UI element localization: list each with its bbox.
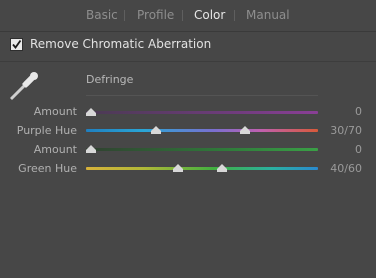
green-amount-slider[interactable] <box>86 148 318 151</box>
panel-tabs: Basic Profile Color Manual <box>0 0 376 32</box>
green-amount-value: 0 <box>355 143 362 156</box>
green-hue-value: 40/60 <box>330 162 362 175</box>
green-amount-label: Amount <box>33 143 77 156</box>
purple-hue-slider[interactable] <box>86 129 318 132</box>
tab-basic[interactable]: Basic <box>86 8 118 22</box>
purple-amount-value: 0 <box>355 105 362 118</box>
tab-separator <box>234 10 235 21</box>
purple-amount-label: Amount <box>33 105 77 118</box>
section-rule <box>86 95 318 96</box>
remove-chromatic-aberration-label: Remove Chromatic Aberration <box>30 37 212 51</box>
tab-manual[interactable]: Manual <box>246 8 290 22</box>
tab-separator <box>124 10 125 21</box>
green-hue-low-thumb[interactable] <box>173 164 183 172</box>
eyedropper-icon[interactable] <box>8 68 42 102</box>
green-hue-label: Green Hue <box>18 162 77 175</box>
remove-chromatic-aberration-checkbox[interactable] <box>10 38 23 51</box>
tab-separator <box>182 10 183 21</box>
purple-hue-high-thumb[interactable] <box>240 126 250 134</box>
purple-hue-value: 30/70 <box>330 124 362 137</box>
tab-profile[interactable]: Profile <box>137 8 174 22</box>
purple-hue-low-thumb[interactable] <box>151 126 161 134</box>
defringe-title: Defringe <box>86 73 134 86</box>
purple-amount-thumb[interactable] <box>86 108 96 116</box>
green-hue-high-thumb[interactable] <box>217 164 227 172</box>
tab-color[interactable]: Color <box>194 8 225 22</box>
section-divider <box>0 61 376 62</box>
check-icon <box>12 39 22 49</box>
green-hue-slider[interactable] <box>86 167 318 170</box>
purple-hue-label: Purple Hue <box>16 124 77 137</box>
green-amount-thumb[interactable] <box>86 145 96 153</box>
purple-amount-slider[interactable] <box>86 111 318 114</box>
